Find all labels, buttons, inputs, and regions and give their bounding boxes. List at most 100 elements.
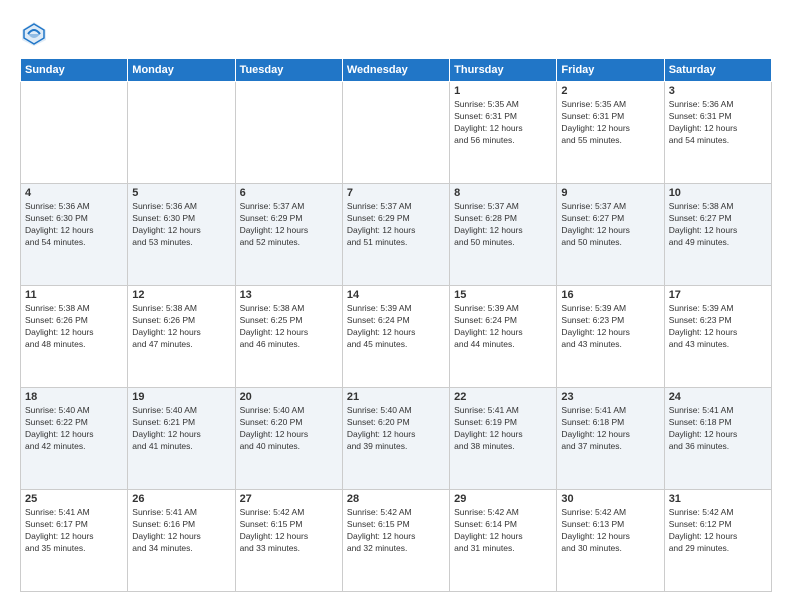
day-info: Sunrise: 5:36 AM Sunset: 6:30 PM Dayligh…	[25, 201, 123, 249]
day-info: Sunrise: 5:41 AM Sunset: 6:17 PM Dayligh…	[25, 507, 123, 555]
day-info: Sunrise: 5:37 AM Sunset: 6:28 PM Dayligh…	[454, 201, 552, 249]
calendar-cell: 24 Sunrise: 5:41 AM Sunset: 6:18 PM Dayli…	[664, 388, 771, 490]
calendar-day-header: Thursday	[450, 59, 557, 82]
day-info: Sunrise: 5:41 AM Sunset: 6:19 PM Dayligh…	[454, 405, 552, 453]
calendar-cell: 13 Sunrise: 5:38 AM Sunset: 6:25 PM Dayli…	[235, 286, 342, 388]
day-info: Sunrise: 5:35 AM Sunset: 6:31 PM Dayligh…	[454, 99, 552, 147]
day-number: 2	[561, 85, 659, 97]
calendar-cell: 29 Sunrise: 5:42 AM Sunset: 6:14 PM Dayli…	[450, 490, 557, 592]
day-number: 15	[454, 289, 552, 301]
calendar-header-row: SundayMondayTuesdayWednesdayThursdayFrid…	[21, 59, 772, 82]
day-info: Sunrise: 5:37 AM Sunset: 6:29 PM Dayligh…	[347, 201, 445, 249]
day-info: Sunrise: 5:38 AM Sunset: 6:26 PM Dayligh…	[25, 303, 123, 351]
day-info: Sunrise: 5:38 AM Sunset: 6:25 PM Dayligh…	[240, 303, 338, 351]
day-number: 19	[132, 391, 230, 403]
day-info: Sunrise: 5:37 AM Sunset: 6:29 PM Dayligh…	[240, 201, 338, 249]
day-number: 21	[347, 391, 445, 403]
day-info: Sunrise: 5:40 AM Sunset: 6:22 PM Dayligh…	[25, 405, 123, 453]
calendar-cell	[21, 82, 128, 184]
day-number: 20	[240, 391, 338, 403]
day-number: 12	[132, 289, 230, 301]
day-number: 26	[132, 493, 230, 505]
day-number: 30	[561, 493, 659, 505]
calendar-day-header: Sunday	[21, 59, 128, 82]
day-number: 11	[25, 289, 123, 301]
day-number: 17	[669, 289, 767, 301]
day-info: Sunrise: 5:42 AM Sunset: 6:12 PM Dayligh…	[669, 507, 767, 555]
day-number: 24	[669, 391, 767, 403]
calendar-cell: 25 Sunrise: 5:41 AM Sunset: 6:17 PM Dayli…	[21, 490, 128, 592]
day-info: Sunrise: 5:38 AM Sunset: 6:27 PM Dayligh…	[669, 201, 767, 249]
calendar-cell: 14 Sunrise: 5:39 AM Sunset: 6:24 PM Dayli…	[342, 286, 449, 388]
day-number: 25	[25, 493, 123, 505]
calendar-cell	[128, 82, 235, 184]
calendar-cell: 1 Sunrise: 5:35 AM Sunset: 6:31 PM Daylig…	[450, 82, 557, 184]
calendar-day-header: Wednesday	[342, 59, 449, 82]
calendar-cell: 21 Sunrise: 5:40 AM Sunset: 6:20 PM Dayli…	[342, 388, 449, 490]
day-number: 14	[347, 289, 445, 301]
day-info: Sunrise: 5:36 AM Sunset: 6:31 PM Dayligh…	[669, 99, 767, 147]
day-info: Sunrise: 5:35 AM Sunset: 6:31 PM Dayligh…	[561, 99, 659, 147]
day-info: Sunrise: 5:41 AM Sunset: 6:18 PM Dayligh…	[669, 405, 767, 453]
day-number: 4	[25, 187, 123, 199]
calendar-cell	[342, 82, 449, 184]
day-number: 31	[669, 493, 767, 505]
day-info: Sunrise: 5:36 AM Sunset: 6:30 PM Dayligh…	[132, 201, 230, 249]
day-info: Sunrise: 5:37 AM Sunset: 6:27 PM Dayligh…	[561, 201, 659, 249]
calendar-cell: 3 Sunrise: 5:36 AM Sunset: 6:31 PM Daylig…	[664, 82, 771, 184]
calendar-week-row: 11 Sunrise: 5:38 AM Sunset: 6:26 PM Dayli…	[21, 286, 772, 388]
calendar-cell: 31 Sunrise: 5:42 AM Sunset: 6:12 PM Dayli…	[664, 490, 771, 592]
day-number: 13	[240, 289, 338, 301]
calendar-cell: 12 Sunrise: 5:38 AM Sunset: 6:26 PM Dayli…	[128, 286, 235, 388]
calendar-cell: 9 Sunrise: 5:37 AM Sunset: 6:27 PM Daylig…	[557, 184, 664, 286]
calendar-week-row: 4 Sunrise: 5:36 AM Sunset: 6:30 PM Daylig…	[21, 184, 772, 286]
day-info: Sunrise: 5:42 AM Sunset: 6:15 PM Dayligh…	[347, 507, 445, 555]
calendar-cell: 28Sunrise: 5:42 AM Sunset: 6:15 PM Dayli…	[342, 490, 449, 592]
calendar-cell: 15 Sunrise: 5:39 AM Sunset: 6:24 PM Dayli…	[450, 286, 557, 388]
calendar-cell: 18 Sunrise: 5:40 AM Sunset: 6:22 PM Dayli…	[21, 388, 128, 490]
day-info: Sunrise: 5:41 AM Sunset: 6:16 PM Dayligh…	[132, 507, 230, 555]
calendar-cell: 8 Sunrise: 5:37 AM Sunset: 6:28 PM Daylig…	[450, 184, 557, 286]
calendar-cell: 11 Sunrise: 5:38 AM Sunset: 6:26 PM Dayli…	[21, 286, 128, 388]
day-info: Sunrise: 5:39 AM Sunset: 6:23 PM Dayligh…	[561, 303, 659, 351]
calendar-day-header: Saturday	[664, 59, 771, 82]
day-info: Sunrise: 5:40 AM Sunset: 6:21 PM Dayligh…	[132, 405, 230, 453]
day-info: Sunrise: 5:39 AM Sunset: 6:24 PM Dayligh…	[347, 303, 445, 351]
day-number: 6	[240, 187, 338, 199]
calendar-cell: 7 Sunrise: 5:37 AM Sunset: 6:29 PM Daylig…	[342, 184, 449, 286]
day-info: Sunrise: 5:42 AM Sunset: 6:14 PM Dayligh…	[454, 507, 552, 555]
day-info: Sunrise: 5:40 AM Sunset: 6:20 PM Dayligh…	[347, 405, 445, 453]
day-number: 1	[454, 85, 552, 97]
day-number: 10	[669, 187, 767, 199]
calendar-cell: 23Sunrise: 5:41 AM Sunset: 6:18 PM Dayli…	[557, 388, 664, 490]
calendar-cell: 27Sunrise: 5:42 AM Sunset: 6:15 PM Dayli…	[235, 490, 342, 592]
day-number: 9	[561, 187, 659, 199]
day-number: 18	[25, 391, 123, 403]
day-info: Sunrise: 5:38 AM Sunset: 6:26 PM Dayligh…	[132, 303, 230, 351]
day-number: 7	[347, 187, 445, 199]
day-number: 29	[454, 493, 552, 505]
calendar-day-header: Monday	[128, 59, 235, 82]
day-info: Sunrise: 5:39 AM Sunset: 6:24 PM Dayligh…	[454, 303, 552, 351]
calendar-cell: 16 Sunrise: 5:39 AM Sunset: 6:23 PM Dayli…	[557, 286, 664, 388]
header	[20, 20, 772, 48]
calendar-cell: 26 Sunrise: 5:41 AM Sunset: 6:16 PM Dayli…	[128, 490, 235, 592]
day-number: 16	[561, 289, 659, 301]
day-number: 8	[454, 187, 552, 199]
day-info: Sunrise: 5:42 AM Sunset: 6:13 PM Dayligh…	[561, 507, 659, 555]
logo	[20, 20, 52, 48]
calendar-cell: 20 Sunrise: 5:40 AM Sunset: 6:20 PM Dayli…	[235, 388, 342, 490]
day-info: Sunrise: 5:41 AM Sunset: 6:18 PM Dayligh…	[561, 405, 659, 453]
calendar-cell: 4 Sunrise: 5:36 AM Sunset: 6:30 PM Daylig…	[21, 184, 128, 286]
calendar-cell: 5Sunrise: 5:36 AM Sunset: 6:30 PM Daylig…	[128, 184, 235, 286]
calendar-week-row: 1 Sunrise: 5:35 AM Sunset: 6:31 PM Daylig…	[21, 82, 772, 184]
calendar-table: SundayMondayTuesdayWednesdayThursdayFrid…	[20, 58, 772, 592]
calendar-day-header: Tuesday	[235, 59, 342, 82]
calendar-cell: 30 Sunrise: 5:42 AM Sunset: 6:13 PM Dayli…	[557, 490, 664, 592]
calendar-cell: 10 Sunrise: 5:38 AM Sunset: 6:27 PM Dayli…	[664, 184, 771, 286]
calendar-cell	[235, 82, 342, 184]
day-number: 27	[240, 493, 338, 505]
day-number: 3	[669, 85, 767, 97]
calendar-week-row: 18 Sunrise: 5:40 AM Sunset: 6:22 PM Dayli…	[21, 388, 772, 490]
day-info: Sunrise: 5:40 AM Sunset: 6:20 PM Dayligh…	[240, 405, 338, 453]
